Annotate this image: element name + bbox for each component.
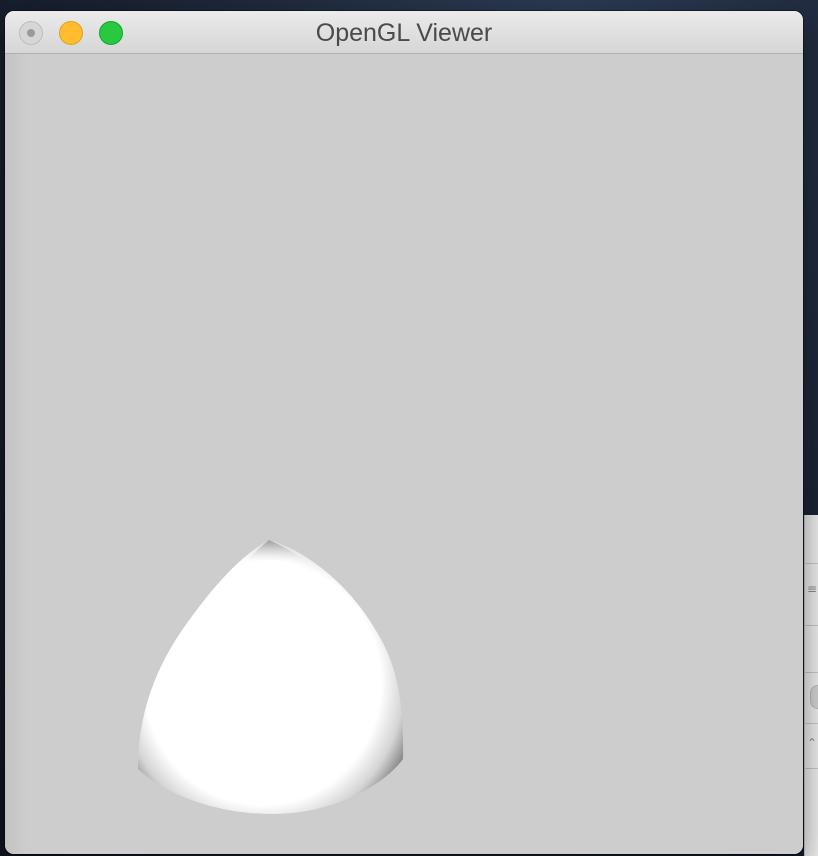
background-app-panel: ≡ ⌃ bbox=[804, 515, 818, 856]
chevron-icon: ⌃ bbox=[807, 736, 818, 750]
divider bbox=[805, 625, 818, 626]
divider bbox=[805, 672, 818, 673]
window-title: OpenGL Viewer bbox=[315, 19, 493, 47]
gl-canvas bbox=[138, 540, 404, 814]
rendered-shape bbox=[138, 540, 404, 814]
toggle-knob bbox=[810, 685, 818, 709]
divider bbox=[805, 768, 818, 769]
divider bbox=[805, 723, 818, 724]
title-bar[interactable]: OpenGL Viewer bbox=[5, 11, 803, 54]
divider bbox=[805, 563, 818, 564]
list-icon: ≡ bbox=[807, 582, 818, 596]
gl-viewport[interactable] bbox=[5, 54, 803, 854]
opengl-viewer-window: OpenGL Viewer bbox=[5, 11, 803, 854]
